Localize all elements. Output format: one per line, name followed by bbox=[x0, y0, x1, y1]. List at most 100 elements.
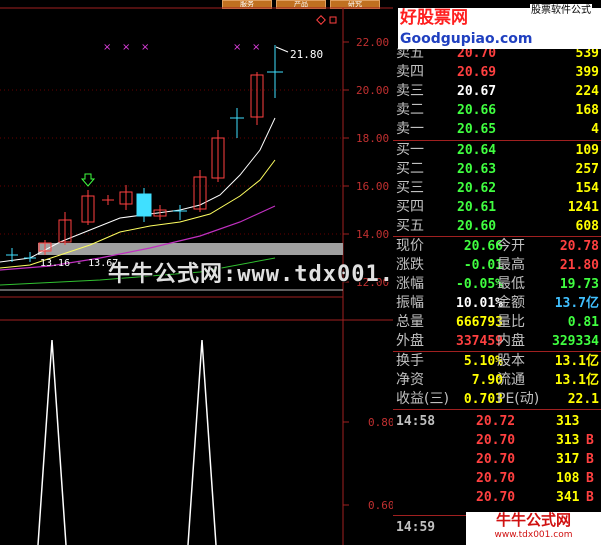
level-volume: 154 bbox=[575, 181, 599, 196]
fund-label: 股本 bbox=[497, 353, 525, 369]
sell-level-4[interactable]: 卖四 20.69 399 bbox=[393, 63, 601, 82]
quote-row-pct: 涨幅 -0.05% 最低 19.73 bbox=[393, 275, 601, 294]
level-label: 买五 bbox=[396, 218, 424, 234]
quote-value: 21.80 bbox=[559, 258, 599, 273]
quote-panel: 卖五 20.70 539 卖四 20.69 399 卖三 20.67 224 卖… bbox=[393, 8, 601, 545]
level-price: 20.63 bbox=[457, 162, 497, 177]
level-volume: 608 bbox=[575, 219, 599, 234]
tick-row: 20.70 317 B bbox=[393, 450, 601, 469]
buy-level-3[interactable]: 买三 20.62 154 bbox=[393, 179, 601, 198]
tick-time: 14:58 bbox=[396, 414, 436, 429]
tick-price: 20.70 bbox=[476, 452, 516, 467]
fund-label: 净资 bbox=[396, 372, 424, 388]
fund-value: 13.1亿 bbox=[554, 354, 599, 369]
fund-label: 流通 bbox=[497, 372, 525, 388]
axis-tick: 0.60 bbox=[368, 499, 395, 512]
quote-value: 13.7亿 bbox=[554, 296, 599, 311]
level-price: 20.67 bbox=[457, 84, 497, 99]
quote-label: 最高 bbox=[497, 257, 525, 273]
buy-level-2[interactable]: 买二 20.63 257 bbox=[393, 160, 601, 179]
quote-label: 涨幅 bbox=[396, 276, 424, 292]
axis-tick: 20.00 bbox=[356, 84, 390, 97]
price-band bbox=[38, 243, 343, 255]
quote-value: 20.78 bbox=[559, 239, 599, 254]
tick-volume: 341 bbox=[556, 490, 580, 505]
quote-row-volume: 总量 666793 量比 0.81 bbox=[393, 313, 601, 332]
low-range-label: 13.16 - 13.67 bbox=[40, 258, 119, 269]
level-volume: 4 bbox=[591, 122, 599, 137]
level-price: 20.65 bbox=[457, 122, 497, 137]
brand-name: 好股票网 bbox=[400, 8, 468, 28]
tick-volume: 317 bbox=[556, 452, 580, 467]
high-price-label: 21.80 bbox=[290, 48, 324, 61]
tick-direction: B bbox=[586, 471, 594, 486]
brand-site: Goodgupiao.com bbox=[400, 31, 533, 47]
level-price: 20.60 bbox=[457, 219, 497, 234]
sell-level-1[interactable]: 卖一 20.65 4 bbox=[393, 120, 601, 139]
quote-row-price: 现价 20.66 今开 20.78 bbox=[393, 237, 601, 256]
svg-text:×: × bbox=[252, 42, 260, 53]
corner-watermark: 牛牛公式网 www.tdx001.com bbox=[466, 512, 601, 545]
level-label: 卖三 bbox=[396, 83, 424, 99]
tick-row: 20.70 341 B bbox=[393, 488, 601, 507]
tick-direction: B bbox=[586, 433, 594, 448]
level-volume: 1241 bbox=[567, 200, 599, 215]
tick-direction: B bbox=[586, 490, 594, 505]
tick-price: 20.70 bbox=[476, 471, 516, 486]
sell-level-3[interactable]: 卖三 20.67 224 bbox=[393, 82, 601, 101]
level-label: 卖一 bbox=[396, 121, 424, 137]
fund-row-turnover: 换手 5.10% 股本 13.1亿 bbox=[393, 352, 601, 371]
quote-label: 金额 bbox=[497, 295, 525, 311]
tick-price: 20.70 bbox=[476, 490, 516, 505]
axis-tick: 0.80 bbox=[368, 416, 395, 429]
quote-label: 内盘 bbox=[497, 333, 525, 349]
tick-price: 20.70 bbox=[476, 433, 516, 448]
quote-label: 外盘 bbox=[396, 333, 424, 349]
quote-label: 今开 bbox=[497, 238, 525, 254]
quote-row-outer: 外盘 337459 内盘 329334 bbox=[393, 332, 601, 351]
tick-volume: 313 bbox=[556, 433, 580, 448]
level-price: 20.62 bbox=[457, 181, 497, 196]
tick-row: 20.70 313 B bbox=[393, 431, 601, 450]
svg-text:×: × bbox=[103, 42, 111, 53]
tick-row: 14:58 20.72 313 bbox=[393, 412, 601, 431]
level-label: 买一 bbox=[396, 142, 424, 158]
tick-price: 20.72 bbox=[476, 414, 516, 429]
corner-url: www.tdx001.com bbox=[494, 530, 573, 540]
level-label: 卖二 bbox=[396, 102, 424, 118]
tick-volume: 313 bbox=[556, 414, 580, 429]
level-volume: 109 bbox=[575, 143, 599, 158]
level-price: 20.61 bbox=[457, 200, 497, 215]
buy-level-1[interactable]: 买一 20.64 109 bbox=[393, 141, 601, 160]
axis-tick: 18.00 bbox=[356, 132, 390, 145]
level-label: 买二 bbox=[396, 161, 424, 177]
level-price: 20.69 bbox=[457, 65, 497, 80]
level-volume: 224 bbox=[575, 84, 599, 99]
level-label: 卖四 bbox=[396, 64, 424, 80]
quote-row-change: 涨跌 -0.01 最高 21.80 bbox=[393, 256, 601, 275]
down-arrow-icon bbox=[80, 173, 96, 187]
quote-label: 最低 bbox=[497, 276, 525, 292]
quote-label: 现价 bbox=[396, 238, 424, 254]
quote-value: 337459 bbox=[456, 334, 503, 349]
quote-value: 0.81 bbox=[567, 315, 599, 330]
watermark-text: 牛牛公式网:www.tdx001.com bbox=[108, 262, 437, 287]
axis-tick: 14.00 bbox=[356, 228, 390, 241]
quote-label: 总量 bbox=[396, 314, 424, 330]
buy-level-5[interactable]: 买五 20.60 608 bbox=[393, 217, 601, 236]
fund-row-eps: 收益(三) 0.703 PE(动) 22.1 bbox=[393, 390, 601, 409]
tick-time: 14:59 bbox=[396, 520, 436, 535]
fund-label: 换手 bbox=[396, 353, 424, 369]
quote-value: 19.73 bbox=[559, 277, 599, 292]
buy-level-4[interactable]: 买四 20.61 1241 bbox=[393, 198, 601, 217]
axis-tick: 22.00 bbox=[356, 36, 390, 49]
fund-value: 13.1亿 bbox=[554, 373, 599, 388]
brand-tagline: 股票软件公式 bbox=[530, 4, 592, 18]
sell-level-2[interactable]: 卖二 20.66 168 bbox=[393, 101, 601, 120]
level-volume: 257 bbox=[575, 162, 599, 177]
fund-label: 收益(三) bbox=[396, 391, 449, 407]
tick-volume: 108 bbox=[556, 471, 580, 486]
fund-value: 22.1 bbox=[567, 392, 599, 407]
fund-label: PE(动) bbox=[497, 391, 540, 407]
level-price: 20.64 bbox=[457, 143, 497, 158]
